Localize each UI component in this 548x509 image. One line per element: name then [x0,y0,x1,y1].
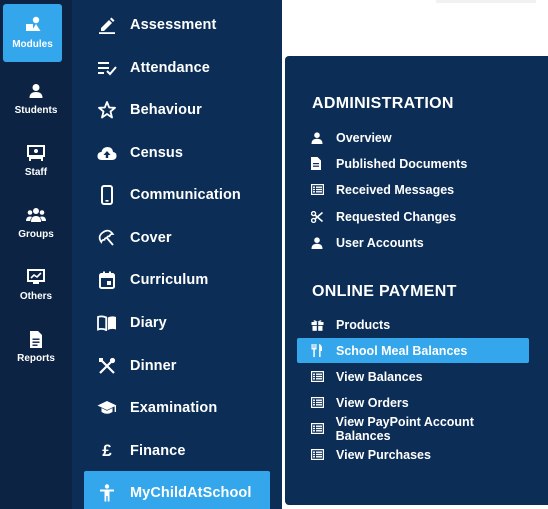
groups-icon [0,206,72,224]
list-icon [297,449,334,460]
module-item-diary[interactable]: Diary [84,301,270,344]
rail-item-label: Students [14,105,58,116]
submenu-item-school-meal-balances[interactable]: School Meal Balances [297,338,529,363]
user-icon [297,131,334,144]
module-item-label: Curriculum [130,271,209,288]
list-icon [297,184,334,195]
submenu-item-view-paypoint-account-balances[interactable]: View PayPoint Account Balances [297,414,529,443]
submenu-item-view-purchases[interactable]: View Purchases [297,442,529,467]
star-icon [84,100,130,119]
reports-icon [0,330,72,348]
submenu-item-products[interactable]: Products [297,312,529,337]
rail-item-staff[interactable]: Staff [0,130,72,190]
book-open-icon [84,314,130,331]
file-icon [297,157,334,170]
module-item-dinner[interactable]: Dinner [84,344,270,387]
icon-rail: Modules Students Staff Groups Others Rep… [0,0,72,509]
rail-item-label: Others [19,291,53,302]
module-item-label: Finance [130,442,186,459]
module-item-label: Attendance [130,59,210,76]
submenu-item-label: School Meal Balances [336,343,468,358]
checklist-icon [84,60,130,76]
graduation-cap-icon [84,400,130,416]
module-item-label: Census [130,144,183,161]
others-icon [0,268,72,286]
list-icon [297,371,334,382]
rail-item-groups[interactable]: Groups [0,192,72,252]
submenu-item-label: Overview [336,130,392,145]
submenu-item-view-orders[interactable]: View Orders [297,390,529,415]
gift-icon [297,319,334,331]
submenu-item-view-balances[interactable]: View Balances [297,364,529,389]
submenu-item-label: Products [336,317,391,332]
utensils-icon [297,344,334,357]
module-item-label: Cover [130,229,172,246]
module-item-attendance[interactable]: Attendance [84,46,270,89]
staff-icon [0,144,72,162]
module-item-label: Examination [130,399,218,416]
pencil-icon [84,16,130,34]
list-icon [297,423,334,434]
pound-icon: £ [102,440,112,460]
module-item-assessment[interactable]: Assessment [84,3,270,46]
rail-item-reports[interactable]: Reports [0,316,72,376]
submenu-item-overview[interactable]: Overview [297,125,529,150]
module-item-mychildatschool[interactable]: MyChildAtSchool [84,471,270,509]
submenu-item-label: Requested Changes [336,209,457,224]
submenu-item-label: Published Documents [336,156,468,171]
submenu-item-requested-changes[interactable]: Requested Changes [297,204,529,229]
rail-item-label: Reports [17,353,55,364]
module-item-census[interactable]: Census [84,131,270,174]
submenu-item-label: User Accounts [336,235,424,250]
module-item-examination[interactable]: Examination [84,386,270,429]
modules-icon [3,15,62,33]
list-icon [297,397,334,408]
section-title-online-payment: ONLINE PAYMENT [312,283,457,300]
module-item-label: Diary [130,314,167,331]
rail-item-label: Staff [24,167,48,178]
mobile-icon [84,184,130,205]
user-icon [297,236,334,249]
calendar-icon [84,271,130,289]
submenu-item-user-accounts[interactable]: User Accounts [297,230,529,255]
submenu-flyout: ADMINISTRATION Overview Published Docume… [285,56,548,505]
submenu-item-published-documents[interactable]: Published Documents [297,151,529,176]
rail-item-label: Modules [12,39,53,50]
child-icon [84,483,130,502]
submenu-item-label: View PayPoint Account Balances [335,414,474,443]
rail-item-label: Groups [18,229,54,240]
module-item-cover[interactable]: Cover [84,216,270,259]
rail-item-others[interactable]: Others [0,254,72,314]
scissors-icon [297,210,334,223]
submenu-item-label: View Purchases [336,447,431,462]
rail-item-modules[interactable]: Modules [3,4,62,62]
module-item-behaviour[interactable]: Behaviour [84,88,270,131]
module-item-communication[interactable]: Communication [84,173,270,216]
module-item-label: MyChildAtSchool [130,484,252,501]
utensils-icon [84,357,130,375]
section-title-administration: ADMINISTRATION [312,95,454,112]
cloud-upload-icon [84,145,130,161]
modules-panel: Assessment Attendance Behaviour Census C… [72,0,282,509]
module-item-curriculum[interactable]: Curriculum [84,258,270,301]
submenu-item-label: Received Messages [336,182,455,197]
module-item-label: Assessment [130,16,217,33]
module-item-label: Dinner [130,357,177,374]
submenu-item-label: View Balances [336,369,423,384]
submenu-item-received-messages[interactable]: Received Messages [297,177,529,202]
content-area [282,0,548,58]
umbrella-icon [84,229,130,247]
rail-item-students[interactable]: Students [0,68,72,128]
module-item-label: Behaviour [130,101,202,118]
divider [436,0,536,3]
module-item-finance[interactable]: £ Finance [84,429,270,472]
student-icon [0,82,72,100]
submenu-item-label: View Orders [336,395,409,410]
module-item-label: Communication [130,186,241,203]
